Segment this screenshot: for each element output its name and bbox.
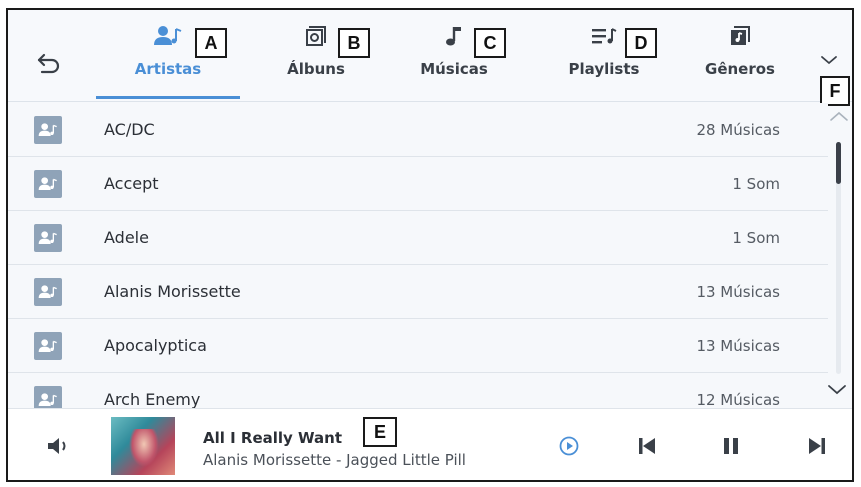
back-button[interactable] — [34, 48, 64, 78]
music-note-icon — [446, 27, 461, 46]
artist-name: Alanis Morissette — [104, 282, 241, 301]
chevron-down-icon[interactable] — [818, 52, 840, 68]
album-art-figure — [129, 429, 159, 467]
track-count: 12 Músicas — [696, 391, 780, 409]
scroll-down-icon[interactable] — [826, 382, 848, 398]
list-item[interactable]: Alanis Morissette 13 Músicas — [8, 265, 828, 319]
callout-label: C — [474, 28, 506, 58]
pause-icon — [724, 438, 738, 454]
artist-icon — [38, 339, 57, 352]
tab-label: Músicas — [420, 60, 488, 78]
tab-label: Artistas — [134, 60, 202, 78]
track-count: 28 Músicas — [696, 121, 780, 139]
list-item[interactable]: AC/DC 28 Músicas — [8, 103, 828, 157]
track-artist-album: Alanis Morissette - Jagged Little Pill — [203, 451, 466, 469]
track-count: 1 Som — [732, 229, 780, 247]
callout-label: B — [338, 28, 370, 58]
tab-label: Playlists — [568, 60, 640, 78]
artist-avatar — [34, 224, 62, 252]
tab-label: Álbuns — [287, 60, 345, 78]
source-button[interactable] — [556, 433, 582, 459]
list-item[interactable]: Apocalyptica 13 Músicas — [8, 319, 828, 373]
scrollbar-thumb[interactable] — [836, 142, 841, 184]
track-title: All I Really Want — [203, 429, 343, 447]
track-count: 1 Som — [732, 175, 780, 193]
pause-button[interactable] — [718, 433, 744, 459]
tab-generos[interactable]: Gêneros — [688, 22, 792, 102]
artist-name: Adele — [104, 228, 149, 247]
artist-name: AC/DC — [104, 120, 155, 139]
active-tab-indicator — [96, 96, 240, 99]
next-button[interactable] — [804, 433, 830, 459]
callout-label: F — [820, 76, 850, 106]
skip-next-icon — [809, 438, 825, 454]
artist-name: Apocalyptica — [104, 336, 207, 355]
artist-avatar — [34, 116, 62, 144]
list-item[interactable]: Adele 1 Som — [8, 211, 828, 265]
tab-label: Gêneros — [705, 60, 775, 78]
list-item[interactable]: Accept 1 Som — [8, 157, 828, 211]
speaker-icon[interactable] — [46, 435, 72, 457]
playlist-icon — [592, 28, 617, 44]
album-art[interactable] — [111, 417, 175, 475]
artist-avatar — [34, 278, 62, 306]
track-count: 13 Músicas — [696, 337, 780, 355]
artist-icon — [38, 177, 57, 190]
artist-icon — [38, 285, 57, 298]
now-playing-bar: All I Really Want Alanis Morissette - Ja… — [8, 408, 852, 480]
media-screen: Artistas A Álbuns B Músicas C Playlists … — [6, 8, 854, 482]
genre-icon — [731, 26, 750, 45]
callout-label: A — [195, 28, 227, 58]
play-circle-icon — [559, 436, 579, 456]
back-arrow-icon — [37, 53, 60, 74]
artist-icon — [38, 393, 57, 406]
category-tab-bar: Artistas A Álbuns B Músicas C Playlists … — [8, 10, 852, 102]
artist-name: Arch Enemy — [104, 390, 201, 409]
track-count: 13 Músicas — [696, 283, 780, 301]
artist-avatar — [34, 170, 62, 198]
skip-previous-icon — [639, 438, 655, 454]
artist-list: AC/DC 28 Músicas Accept 1 Som Adele 1 So… — [8, 103, 828, 415]
callout-label: E — [363, 417, 397, 447]
album-icon — [306, 26, 326, 46]
artist-icon — [154, 26, 182, 45]
artist-icon — [38, 231, 57, 244]
scroll-up-icon[interactable] — [828, 108, 850, 124]
previous-button[interactable] — [634, 433, 660, 459]
artist-name: Accept — [104, 174, 159, 193]
artist-icon — [38, 123, 57, 136]
artist-avatar — [34, 332, 62, 360]
callout-label: D — [625, 28, 657, 58]
